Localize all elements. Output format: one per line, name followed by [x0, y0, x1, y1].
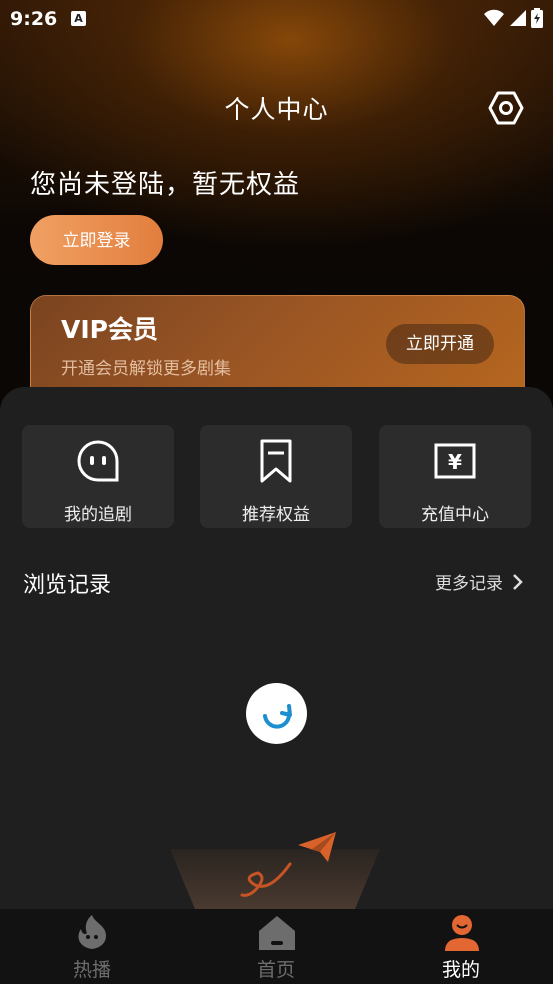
feature-benefits[interactable]: 推荐权益 [200, 425, 352, 528]
vip-title: VIP会员 [61, 315, 158, 344]
tab-hot[interactable]: 热播 [0, 909, 184, 984]
settings-hex-icon [488, 91, 524, 125]
battery-icon [531, 8, 543, 28]
content-sheet: 我的追剧 推荐权益 ¥ 充值中心 浏览记录 更多记录 [0, 387, 553, 909]
login-hint: 您尚未登陆，暂无权益 [30, 170, 301, 200]
wifi-icon [484, 9, 504, 26]
loading-spinner [246, 683, 307, 744]
history-title: 浏览记录 [23, 573, 112, 598]
page-title: 个人中心 [224, 95, 329, 124]
vip-subtitle: 开通会员解锁更多剧集 [61, 359, 231, 379]
bookmark-icon [260, 439, 292, 483]
history-more-label: 更多记录 [435, 574, 503, 594]
status-icons [483, 8, 543, 28]
feature-my-dramas[interactable]: 我的追剧 [22, 425, 174, 528]
paper-plane-illustration [170, 832, 380, 909]
status-time: 9:26 [10, 8, 58, 30]
chevron-right-icon [513, 573, 523, 590]
notification-badge: A [71, 11, 86, 26]
settings-button[interactable] [486, 88, 526, 128]
login-button[interactable]: 立即登录 [30, 215, 163, 265]
bottom-tab-bar: 热播 首页 我的 [0, 909, 553, 984]
svg-text:¥: ¥ [448, 450, 462, 474]
history-more-link[interactable]: 更多记录 [435, 569, 523, 594]
flame-icon [78, 915, 107, 949]
tab-label: 我的 [441, 959, 480, 981]
status-bar: 9:26 A [0, 0, 553, 38]
feature-recharge[interactable]: ¥ 充值中心 [379, 425, 531, 528]
refresh-icon [263, 704, 292, 729]
profile-icon [445, 915, 479, 951]
chat-bubble-face-icon [77, 440, 119, 482]
feature-label: 推荐权益 [242, 505, 310, 525]
tab-home[interactable]: 首页 [184, 909, 368, 984]
tab-label: 热播 [72, 959, 111, 981]
feature-label: 我的追剧 [64, 505, 132, 525]
home-icon [259, 916, 295, 950]
feature-label: 充值中心 [421, 505, 489, 525]
tab-label: 首页 [256, 959, 295, 981]
signal-icon [510, 10, 526, 26]
yen-box-icon: ¥ [434, 443, 476, 479]
vip-open-button[interactable]: 立即开通 [386, 324, 494, 364]
tab-mine[interactable]: 我的 [369, 909, 553, 984]
